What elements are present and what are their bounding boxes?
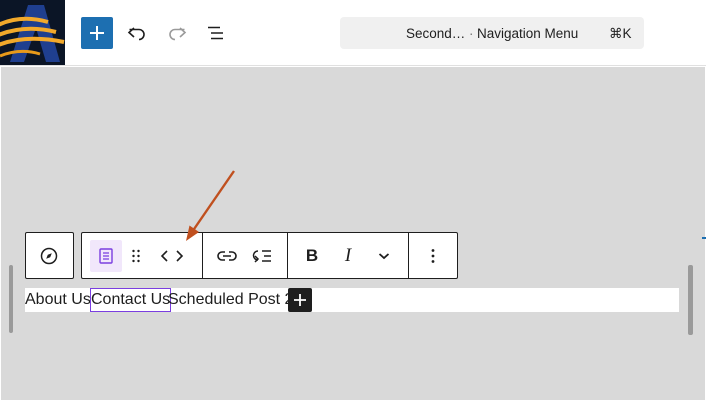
link-icon — [217, 251, 237, 261]
bold-button[interactable]: B — [296, 240, 328, 272]
block-toolbar: B I — [81, 232, 458, 279]
add-block-button[interactable] — [81, 17, 113, 49]
toolbar-divider — [287, 233, 288, 278]
block-parent-group — [25, 232, 74, 279]
chevron-down-icon — [378, 253, 390, 260]
edge-indicator — [702, 237, 706, 239]
editor-header: Second… · Navigation Menu ⌘K — [0, 0, 706, 66]
nav-item-scheduled-post-2[interactable]: Scheduled Post 2 — [168, 288, 293, 312]
nav-item-about-us[interactable]: About Us — [25, 288, 91, 312]
list-view-icon — [208, 26, 223, 40]
link-button[interactable] — [211, 240, 243, 272]
drag-handle-icon — [132, 249, 140, 263]
document-type: Navigation Menu — [477, 26, 579, 41]
command-palette-bar[interactable]: Second… · Navigation Menu ⌘K — [340, 17, 644, 49]
add-nav-item-button[interactable] — [288, 288, 312, 312]
canvas-resize-handle-left[interactable] — [9, 265, 13, 333]
site-logo[interactable] — [0, 0, 65, 65]
toolbar-divider — [408, 233, 409, 278]
page-icon — [99, 248, 113, 264]
italic-icon: I — [344, 245, 352, 266]
drag-handle[interactable] — [120, 240, 152, 272]
list-view-button[interactable] — [200, 17, 232, 49]
options-button[interactable] — [417, 240, 449, 272]
bold-icon: B — [305, 246, 319, 265]
navigation-block[interactable]: About Us Contact Us Scheduled Post 2 — [25, 288, 679, 312]
more-formatting-button[interactable] — [368, 240, 400, 272]
compass-icon — [40, 247, 58, 265]
code-brackets-icon — [160, 250, 184, 262]
submenu-icon — [252, 250, 271, 263]
italic-button[interactable]: I — [332, 240, 364, 272]
more-options-icon — [431, 249, 435, 263]
move-left-right-button[interactable] — [156, 240, 188, 272]
annotation-arrow — [186, 170, 235, 241]
undo-button[interactable] — [121, 17, 153, 49]
title-separator: · — [469, 26, 474, 41]
page-link-button[interactable] — [90, 240, 122, 272]
undo-icon — [127, 27, 145, 41]
redo-button[interactable] — [161, 17, 193, 49]
canvas-resize-handle-right[interactable] — [688, 265, 693, 335]
nav-item-contact-us[interactable]: Contact Us — [90, 288, 172, 312]
add-submenu-button[interactable] — [246, 240, 278, 272]
redo-icon — [169, 27, 187, 41]
plus-icon — [294, 294, 306, 306]
navigation-block-button[interactable] — [33, 240, 65, 272]
plus-icon — [90, 26, 104, 40]
document-title: Second… — [406, 26, 466, 41]
shortcut-hint: ⌘K — [609, 26, 632, 41]
